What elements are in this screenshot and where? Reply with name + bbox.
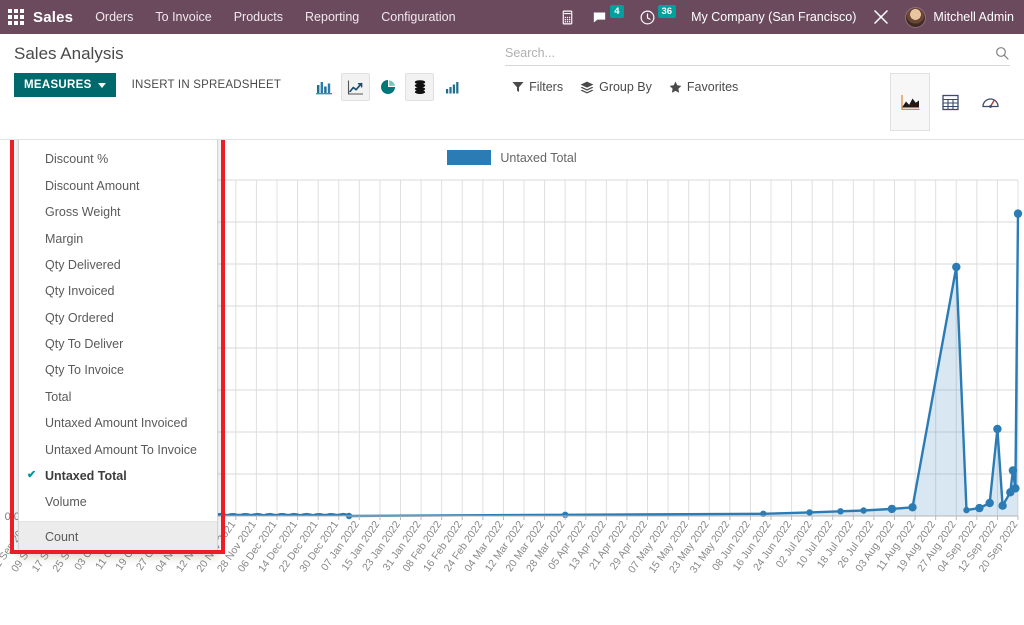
ascending-bars-icon (445, 82, 458, 94)
user-menu[interactable]: Mitchell Admin (933, 10, 1014, 24)
legend-swatch (447, 150, 492, 165)
control-panel: Sales Analysis MEASURES INSERT IN SPREAD… (0, 34, 1024, 140)
company-selector[interactable]: My Company (San Francisco) (691, 10, 856, 24)
apps-grid-icon[interactable] (8, 9, 24, 25)
favorites-button[interactable]: Favorites (669, 80, 738, 94)
measure-item-untaxed-total[interactable]: Untaxed Total (19, 463, 217, 489)
measure-item-volume[interactable]: Volume (19, 489, 217, 515)
measure-item-discount[interactable]: Discount % (19, 146, 217, 172)
measure-item-discount-amount[interactable]: Discount Amount (19, 173, 217, 199)
measure-item-untaxed-amount-invoiced[interactable]: Untaxed Amount Invoiced (19, 410, 217, 436)
pie-chart-icon (380, 80, 395, 94)
nav-item-to-invoice[interactable]: To Invoice (155, 10, 211, 24)
search-input[interactable] (505, 46, 994, 60)
messages-button[interactable]: 4 (591, 4, 624, 26)
dashboard-view-button[interactable] (970, 73, 1010, 131)
line-chart-icon (348, 80, 364, 95)
pie-chart-button[interactable] (373, 73, 402, 101)
measure-item-count[interactable]: Count (19, 521, 217, 553)
line-chart-button[interactable] (341, 73, 371, 101)
filter-funnel-icon (512, 82, 524, 92)
top-navbar: Sales Orders To Invoice Products Reporti… (0, 0, 1024, 34)
measures-dropdown-menu[interactable]: # of LinesDiscount %Discount AmountGross… (18, 113, 218, 554)
nav-item-configuration[interactable]: Configuration (381, 10, 455, 24)
legend-label: Untaxed Total (500, 150, 577, 165)
ascending-bars-button[interactable] (437, 73, 466, 101)
filters-area: Filters Group By Favorites (512, 73, 738, 94)
stacked-button[interactable] (405, 73, 435, 101)
chevron-down-icon (97, 82, 106, 88)
measure-item-margin[interactable]: Margin (19, 226, 217, 252)
activities-button[interactable]: 36 (639, 4, 677, 26)
search-box[interactable] (505, 45, 1010, 66)
phone-button[interactable] (559, 9, 576, 26)
nav-item-orders[interactable]: Orders (95, 10, 133, 24)
star-icon (669, 81, 682, 93)
clock-icon (640, 10, 654, 24)
measure-item-untaxed-amount-to-invoice[interactable]: Untaxed Amount To Invoice (19, 437, 217, 463)
filters-button[interactable]: Filters (512, 80, 563, 94)
measure-item-qty-ordered[interactable]: Qty Ordered (19, 305, 217, 331)
measure-item-qty-invoiced[interactable]: Qty Invoiced (19, 278, 217, 304)
pivot-view-icon (941, 94, 959, 110)
page-title: Sales Analysis (14, 44, 124, 63)
measures-button-label: MEASURES (24, 79, 92, 91)
tools-icon (874, 10, 889, 24)
graph-view-icon (900, 94, 919, 110)
favorites-label: Favorites (686, 80, 739, 94)
activities-count-badge: 36 (657, 4, 677, 18)
measure-item-total[interactable]: Total (19, 384, 217, 410)
bar-chart-button[interactable] (309, 73, 338, 101)
messages-count-badge: 4 (610, 4, 624, 18)
view-switcher (890, 73, 1010, 131)
nav-item-reporting[interactable]: Reporting (305, 10, 359, 24)
chart-type-toolbar (309, 73, 466, 101)
bar-chart-icon (315, 82, 332, 95)
search-icon[interactable] (994, 45, 1010, 61)
measure-item-gross-weight[interactable]: Gross Weight (19, 199, 217, 225)
avatar[interactable] (905, 6, 927, 28)
search-area (505, 43, 1010, 66)
stacked-icon (414, 80, 425, 94)
chat-bubble-icon (594, 12, 606, 22)
phone-icon (562, 10, 573, 24)
group-by-label: Group By (599, 80, 652, 94)
control-panel-top-row: Sales Analysis (0, 34, 1024, 66)
measures-button[interactable]: MEASURES (14, 73, 116, 97)
measure-item-qty-delivered[interactable]: Qty Delivered (19, 252, 217, 278)
dashboard-view-icon (981, 97, 999, 108)
measure-item-qty-to-deliver[interactable]: Qty To Deliver (19, 331, 217, 357)
control-panel-bottom-row: MEASURES INSERT IN SPREADSHEET Filters G… (0, 66, 1024, 139)
insert-in-spreadsheet-button[interactable]: INSERT IN SPREADSHEET (122, 73, 291, 97)
nav-item-products[interactable]: Products (234, 10, 283, 24)
graph-view-button[interactable] (890, 73, 930, 131)
group-by-button[interactable]: Group By (580, 80, 652, 94)
filters-label: Filters (529, 80, 564, 94)
title-area: Sales Analysis (14, 43, 505, 64)
pivot-view-button[interactable] (930, 73, 970, 131)
debug-tools-button[interactable] (872, 8, 890, 26)
layers-icon (580, 81, 594, 93)
app-brand-sales[interactable]: Sales (33, 9, 73, 26)
measure-item-qty-to-invoice[interactable]: Qty To Invoice (19, 357, 217, 383)
